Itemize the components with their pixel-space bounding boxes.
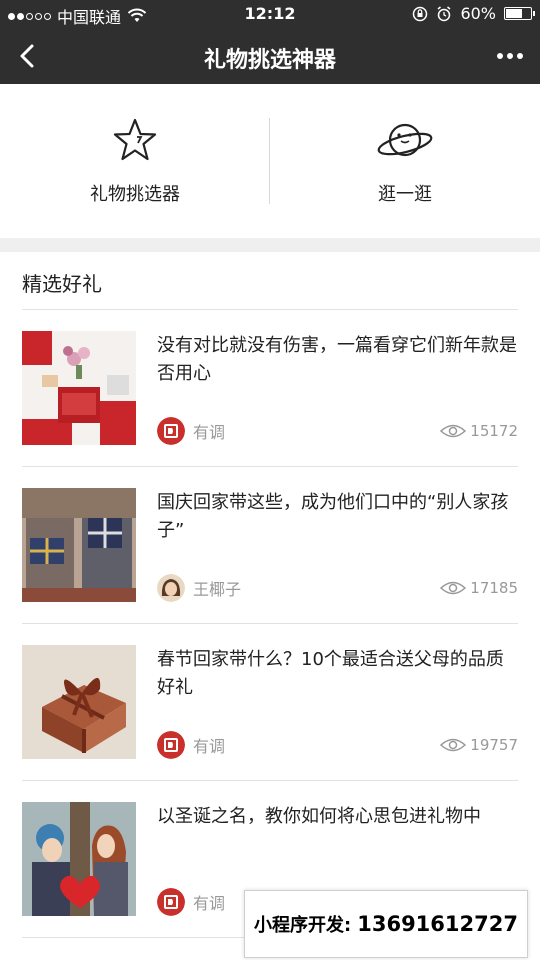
article-thumbnail	[22, 645, 136, 759]
option-label: 逛一逛	[378, 184, 432, 205]
article-thumbnail	[22, 802, 136, 916]
banner-label: 小程序开发:	[254, 915, 352, 936]
avatar	[157, 888, 185, 916]
article-title: 以圣诞之名，教你如何将心思包进礼物中	[157, 806, 481, 827]
view-count: 17185	[440, 579, 518, 597]
option-label: 礼物挑选器	[90, 184, 180, 205]
planet-icon	[377, 123, 433, 157]
author: 有调	[157, 731, 225, 759]
developer-contact-banner: 小程序开发: 13691612727	[244, 890, 528, 958]
top-options: 礼物挑选器 逛一逛	[0, 84, 540, 238]
author-name: 有调	[193, 423, 226, 442]
option-browse[interactable]: 逛一逛	[270, 84, 540, 238]
article-item[interactable]: 国庆回家带这些，成为他们口中的“别人家孩子” 王椰子 17185	[0, 467, 540, 624]
article-thumbnail	[22, 488, 136, 602]
more-dots-icon	[497, 53, 503, 59]
section-title: 精选好礼	[22, 272, 102, 296]
battery-percent: 60%	[460, 4, 496, 23]
eye-icon	[440, 581, 467, 595]
page-title: 礼物挑选神器	[203, 48, 336, 73]
view-count: 15172	[440, 422, 518, 440]
article-item[interactable]: 没有对比就没有伤害，一篇看穿它们新年款是否用心 有调 15172	[0, 310, 540, 467]
option-divider	[269, 118, 270, 204]
more-button[interactable]	[492, 42, 528, 70]
view-count: 19757	[440, 736, 518, 754]
alarm-icon	[437, 5, 451, 21]
author: 王椰子	[157, 574, 241, 602]
article-title: 国庆回家带这些，成为他们口中的“别人家孩子”	[157, 492, 509, 541]
status-right: 60%	[412, 4, 535, 23]
banner-phone: 13691612727	[357, 912, 518, 936]
author: 有调	[157, 417, 225, 445]
author: 有调	[157, 888, 225, 916]
article-list: 没有对比就没有伤害，一篇看穿它们新年款是否用心 有调 15172 国庆回家带这些…	[0, 310, 540, 938]
avatar	[157, 731, 185, 759]
status-bar: 中国联通 12:12 60%	[0, 0, 540, 28]
author-name: 有调	[193, 894, 226, 913]
view-count-value: 17185	[470, 579, 518, 597]
article-thumbnail	[22, 331, 136, 445]
battery-level	[506, 9, 522, 18]
battery-icon	[504, 7, 535, 20]
view-count-value: 15172	[470, 422, 518, 440]
eye-icon	[440, 738, 467, 752]
article-title: 没有对比就没有伤害，一篇看穿它们新年款是否用心	[157, 335, 517, 384]
section-separator	[0, 238, 540, 252]
avatar	[157, 574, 185, 602]
author-name: 王椰子	[193, 580, 242, 599]
eye-icon	[440, 424, 467, 438]
article-title: 春节回家带什么？10个最适合送父母的品质好礼	[157, 649, 504, 698]
rotation-lock-icon	[413, 6, 428, 21]
article-item[interactable]: 春节回家带什么？10个最适合送父母的品质好礼 有调 19757	[0, 624, 540, 781]
avatar	[157, 417, 185, 445]
option-gift-picker[interactable]: 礼物挑选器	[0, 84, 270, 238]
nav-bar: 礼物挑选神器	[0, 28, 540, 84]
star-icon	[113, 118, 157, 161]
author-name: 有调	[193, 737, 226, 756]
view-count-value: 19757	[470, 736, 518, 754]
